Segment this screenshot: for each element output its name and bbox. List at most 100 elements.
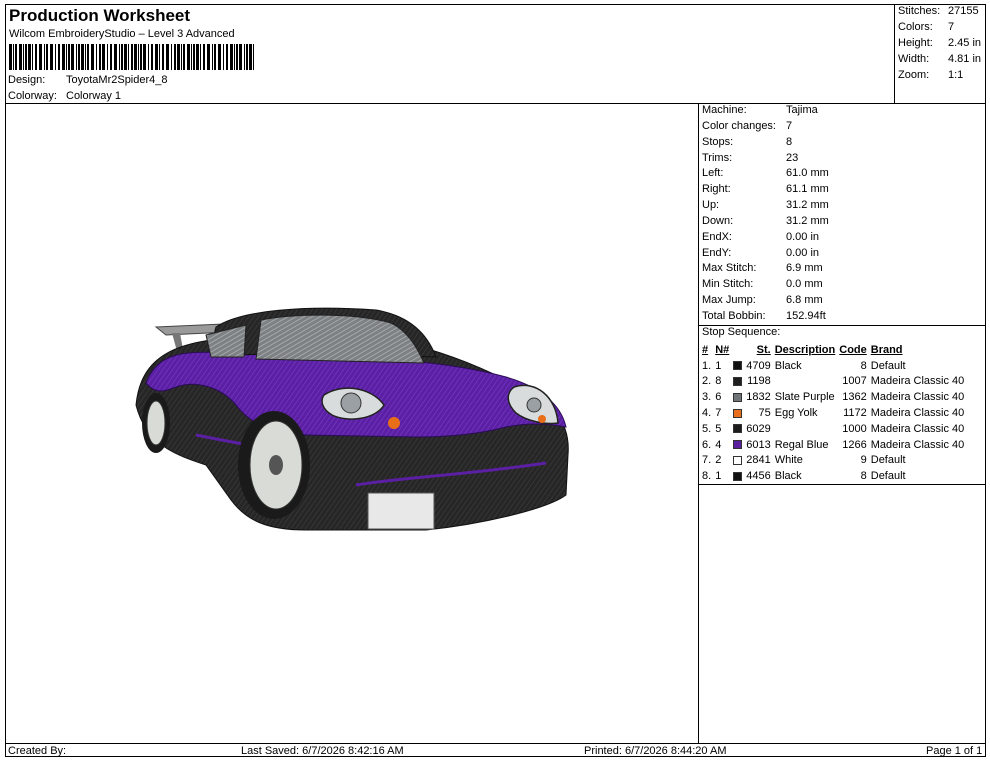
color-swatch [733,408,743,418]
stitch-count: 4456 [746,470,771,483]
barcode-bar [107,44,108,70]
barcode-bar [58,44,60,70]
thread-brand: Default [870,454,906,467]
barcode-bar [203,44,205,70]
barcode-bar [71,44,74,70]
needle-number: 4 [715,438,722,451]
needle-number: 2 [715,454,722,467]
barcode-bar [44,44,45,70]
thread-brand: Default [870,470,906,483]
machine-label: Max Stitch: [702,262,757,274]
thread-description: Regal Blue [774,438,829,451]
barcode-bar [85,44,86,70]
color-swatch-cell [731,374,744,390]
stop-row: 2. 8 1198 1007 Madeira Classic 40 [700,374,966,390]
thread-description: Black [774,470,802,483]
barcode-bar [55,44,56,70]
machine-value: 61.1 mm [786,183,829,195]
machine-value: 7 [786,120,793,132]
printed-date: Printed: 6/7/2026 8:44:20 AM [584,745,727,757]
stat-label: Stitches: [898,5,941,17]
thread-brand: Madeira Classic 40 [870,391,965,404]
machine-label: Trims: [702,152,733,164]
stop-number: 6. [702,438,712,451]
color-swatch [733,377,743,387]
stats-divider [894,4,895,104]
stop-number: 4. [702,407,712,420]
created-by: Created By: [8,745,67,757]
design-label: Design: [8,74,46,86]
barcode-bar [131,44,133,70]
barcode-bar [15,44,17,70]
needle-number: 7 [715,407,722,420]
col-header-num: # [702,343,709,356]
machine-value: 152.94ft [786,310,826,322]
machine-label: Up: [702,199,720,211]
barcode-bar [187,44,190,70]
machine-label: Stops: [702,136,734,148]
barcode-bar [35,44,37,70]
software-name: Wilcom EmbroideryStudio – Level 3 Advanc… [9,28,235,40]
barcode-bar [148,44,149,70]
thread-code: 8 [860,359,867,372]
needle-number: 8 [715,375,722,388]
barcode-bar [218,44,221,70]
thread-description [773,421,838,437]
stop-row: 3. 6 1832 Slate Purple 1362 Madeira Classic 4… [700,389,966,405]
stitch-count: 6013 [746,438,771,451]
stop-row: 6. 4 6013 Regal Blue 1266 Madeira Classic 40 [700,437,966,453]
thread-code: 1266 [842,438,867,451]
barcode-bar [226,44,228,70]
barcode-bar [234,44,235,70]
barcode-bar [171,44,172,70]
barcode-bar [81,44,84,70]
barcode-bar [159,44,160,70]
barcode-bar [239,44,242,70]
barcode-bar [223,44,224,70]
thread-description: Slate Purple [774,391,835,404]
thread-description [773,374,838,390]
page-title: Production Worksheet [9,6,191,25]
col-header-needle: N# [715,343,730,356]
header-divider [5,103,986,104]
barcode-bar [207,44,210,70]
barcode-bar [124,44,127,70]
colorway-value: Colorway 1 [66,90,122,102]
col-header-brand: Brand [870,343,903,356]
machine-value: 8 [786,136,793,148]
stat-value: 7 [948,21,955,33]
thread-brand: Madeira Classic 40 [870,422,965,435]
needle-number: 5 [715,422,722,435]
barcode-bar [166,44,169,70]
thread-code: 1000 [842,422,867,435]
stat-label: Zoom: [898,69,930,81]
machine-label: Down: [702,215,734,227]
machine-label: EndY: [702,247,732,259]
stitch-count: 2841 [746,454,771,467]
stop-number: 3. [702,391,712,404]
barcode-bar [96,44,97,70]
thread-code: 9 [860,454,867,467]
machine-label: Color changes: [702,120,776,132]
barcode-bar [110,44,112,70]
barcode-bar [78,44,80,70]
barcode-bar [32,44,33,70]
machine-label: Right: [702,183,731,195]
color-swatch-cell [731,453,744,469]
stop-number: 1. [702,359,712,372]
stop-row: 8. 1 4456 Black 8 Default [700,468,966,484]
barcode-bar [9,44,12,70]
design-preview [6,105,698,743]
machine-value: 0.00 in [786,247,820,259]
stop-sequence-title: Stop Sequence: [702,326,781,338]
barcode-bar [236,44,238,70]
barcode-bar [121,44,123,70]
barcode-bar [212,44,213,70]
footer-divider [5,743,986,744]
color-swatch-cell [731,421,744,437]
col-header-description: Description [774,343,836,356]
barcode-bar [162,44,164,70]
machine-value: 31.2 mm [786,215,829,227]
barcode-bar [155,44,158,70]
stop-row: 4. 7 75 Egg Yolk 1172 Madeira Classic 40 [700,405,966,421]
